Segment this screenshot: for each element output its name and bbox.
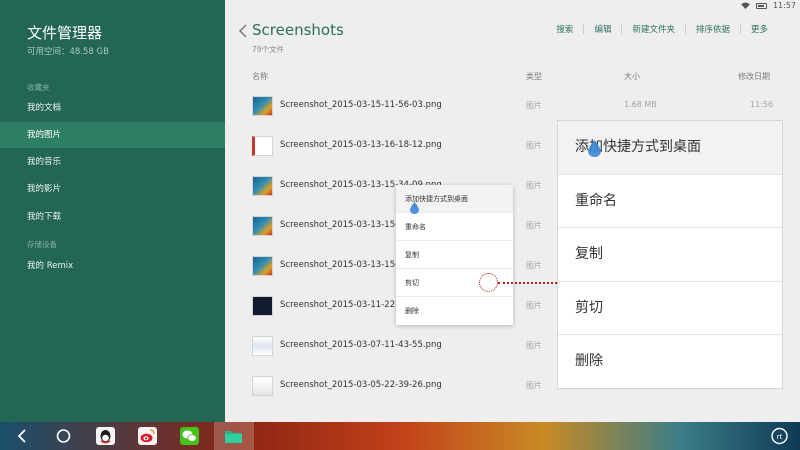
edit-button[interactable]: 编辑 [584,23,621,35]
menu-item-cut-zoom[interactable]: 剪切 [558,282,782,335]
file-type: 图片 [526,381,542,390]
file-type: 图片 [526,301,542,310]
new-folder-button[interactable]: 新建文件夹 [622,23,685,35]
storage-section-label: 存储设备 [27,240,57,249]
image-thumbnail [252,296,273,316]
image-thumbnail [252,136,273,156]
file-type: 图片 [526,101,542,110]
sidebar-item-downloads[interactable]: 我的下载 [0,204,225,230]
sidebar: 文件管理器 可用空间：48.58 GB 收藏夹 我的文档 我的图片 我的音乐 我… [0,0,225,422]
file-type: 图片 [526,261,542,270]
toolbar: 搜索 编辑 新建文件夹 排序依据 更多 [546,23,778,35]
wechat-icon[interactable] [180,427,199,445]
sidebar-item-remix[interactable]: 我的 Remix [0,253,225,279]
status-bar: 11:57 [225,0,800,12]
touch-pointer-icon [410,202,419,214]
callout-ring [479,273,498,292]
menu-item-rename[interactable]: 重命名 [396,213,513,241]
status-time: 11:57 [772,1,796,10]
sidebar-item-pictures[interactable]: 我的图片 [0,122,225,148]
image-thumbnail [252,336,273,356]
file-name: Screenshot_2015-03-11-22-4 [280,300,404,310]
remix-icon[interactable]: rt [770,427,789,445]
svg-text:rt: rt [777,433,783,441]
file-size: 1.68 MB [624,100,657,109]
favorites-section-label: 收藏夹 [27,83,50,92]
search-button[interactable]: 搜索 [546,23,583,35]
touch-pointer-icon [588,140,601,157]
menu-item-copy-zoom[interactable]: 复制 [558,228,782,282]
callout-connector [498,282,557,284]
file-type: 图片 [526,181,542,190]
file-date: 11:56 [750,100,774,109]
file-type: 图片 [526,221,542,230]
file-type: 图片 [526,141,542,150]
menu-item-copy[interactable]: 复制 [396,241,513,269]
file-name: Screenshot_2015-03-07-11-43-55.png [280,340,442,350]
home-icon[interactable] [54,427,73,445]
image-thumbnail [252,216,273,236]
wifi-icon [741,2,750,9]
app-title: 文件管理器 [27,24,103,42]
more-button[interactable]: 更多 [741,23,778,35]
back-chevron-icon[interactable] [238,24,248,38]
column-header-size[interactable]: 大小 [624,71,640,82]
weibo-icon[interactable] [138,427,157,445]
image-thumbnail [252,256,273,276]
context-menu-zoom: 添加快捷方式到桌面 重命名 复制 剪切 删除 [557,120,783,389]
image-thumbnail [252,176,273,196]
sidebar-item-documents[interactable]: 我的文档 [0,95,225,121]
menu-item-delete-zoom[interactable]: 删除 [558,335,782,389]
taskbar: rt [0,422,800,450]
file-type: 图片 [526,341,542,350]
menu-item-rename-zoom[interactable]: 重命名 [558,175,782,228]
menu-item-delete[interactable]: 删除 [396,297,513,325]
file-name: Screenshot_2015-03-13-16-18-12.png [280,140,442,150]
file-count: 79个文件 [252,45,285,54]
sidebar-item-music[interactable]: 我的音乐 [0,149,225,175]
folder-title: Screenshots [252,21,344,39]
column-header-modified[interactable]: 修改日期 [738,71,770,82]
back-icon[interactable] [13,427,32,445]
file-name: Screenshot_2015-03-13-15-3 [280,260,404,270]
free-space-label: 可用空间：48.58 GB [27,47,109,57]
file-name: Screenshot_2015-03-13-15-3 [280,220,404,230]
battery-icon [755,2,767,9]
image-thumbnail [252,376,273,396]
file-name: Screenshot_2015-03-15-11-56-03.png [280,100,442,110]
file-name: Screenshot_2015-03-05-22-39-26.png [280,380,442,390]
column-header-name[interactable]: 名称 [252,71,268,82]
sort-button[interactable]: 排序依据 [686,23,740,35]
column-header-type[interactable]: 类型 [526,71,542,82]
qq-icon[interactable] [96,427,115,445]
file-manager-icon[interactable] [224,427,243,445]
image-thumbnail [252,96,273,116]
sidebar-item-videos[interactable]: 我的影片 [0,176,225,202]
